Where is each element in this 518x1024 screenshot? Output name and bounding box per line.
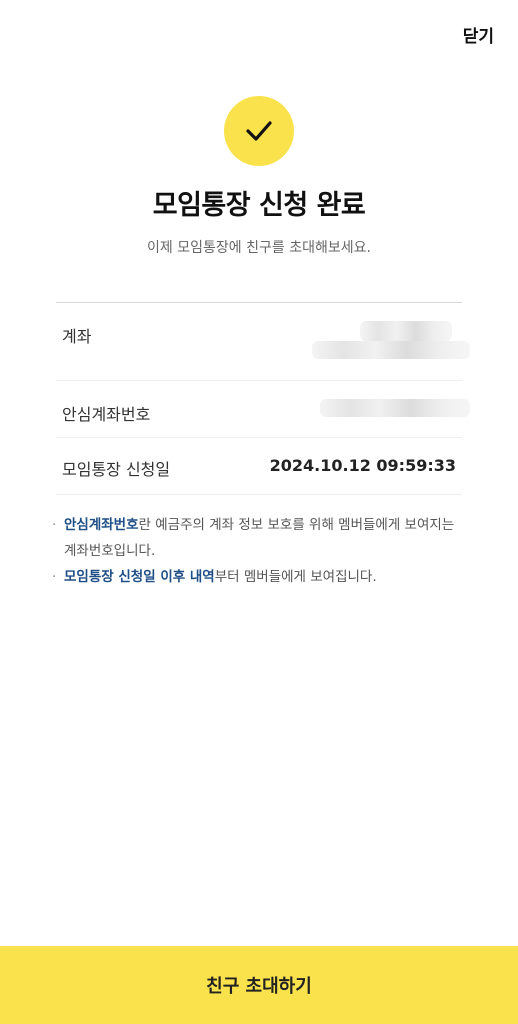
page-subtitle: 이제 모임통장에 친구를 초대해보세요. (147, 240, 371, 256)
note-highlight: 모임통장 신청일 이후 내역 (64, 569, 215, 585)
date-label: 모임통장 신청일 (62, 460, 171, 479)
close-button[interactable]: 닫기 (463, 22, 494, 47)
date-value: 2024.10.12 09:59:33 (269, 456, 456, 475)
safe-number-label: 안심계좌번호 (62, 405, 151, 424)
bullet-icon: · (52, 569, 57, 585)
safe-number-redacted (320, 399, 470, 417)
date-row: 모임통장 신청일 2024.10.12 09:59:33 (56, 438, 462, 495)
account-info-table: 계좌 안심계좌번호 모임통장 신청일 2024.10.12 09:59:33 (56, 302, 470, 495)
account-number-redacted (360, 321, 452, 341)
account-holder-redacted (312, 341, 470, 359)
note-safe-number: · 안심계좌번호란 예금주의 계좌 정보 보호를 위해 멤버들에게 보여지는 계… (50, 512, 470, 564)
note-highlight: 안심계좌번호 (64, 517, 139, 533)
notes-section: · 안심계좌번호란 예금주의 계좌 정보 보호를 위해 멤버들에게 보여지는 계… (50, 512, 470, 590)
invite-friends-button[interactable]: 친구 초대하기 (0, 946, 518, 1024)
completion-screen: 닫기 모임통장 신청 완료 이제 모임통장에 친구를 초대해보세요. 계좌 안심… (0, 0, 518, 1024)
bullet-icon: · (52, 517, 57, 533)
page-title: 모임통장 신청 완료 (152, 190, 366, 221)
note-history: · 모임통장 신청일 이후 내역부터 멤버들에게 보여집니다. (50, 564, 470, 590)
success-badge (224, 96, 294, 166)
account-row: 계좌 (56, 303, 470, 381)
safe-number-row: 안심계좌번호 (56, 381, 470, 438)
account-label: 계좌 (62, 327, 92, 346)
check-icon (246, 121, 272, 141)
note-text: 부터 멤버들에게 보여집니다. (214, 569, 377, 585)
